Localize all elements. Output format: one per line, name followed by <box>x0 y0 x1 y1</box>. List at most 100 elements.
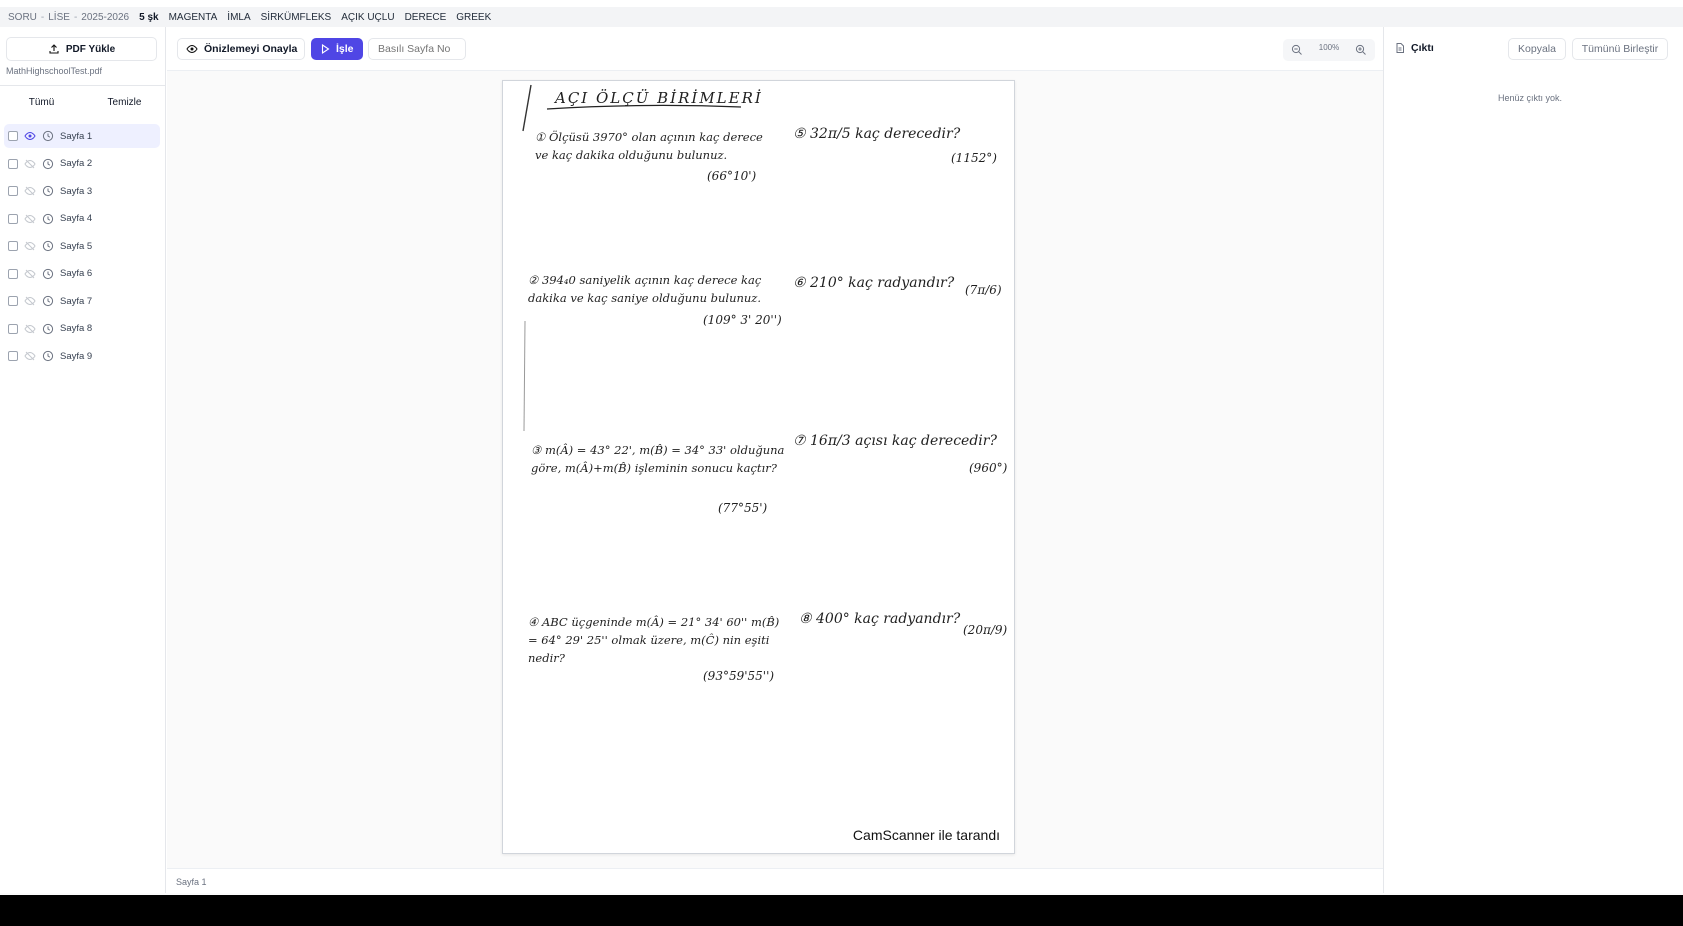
eye-off-icon[interactable] <box>24 350 36 362</box>
document-title: AÇI ÖLÇÜ BİRİMLERİ <box>555 89 763 107</box>
page-item-7[interactable]: Sayfa 7 <box>4 289 160 313</box>
tag-derece: DERECE <box>404 11 447 23</box>
select-all-button[interactable]: Tümü <box>0 91 83 113</box>
zoom-in-icon[interactable] <box>1355 44 1367 56</box>
page-checkbox[interactable] <box>8 268 18 279</box>
copy-button[interactable]: Kopyala <box>1508 38 1566 60</box>
clock-icon <box>42 213 54 225</box>
page-item-6[interactable]: Sayfa 6 <box>4 262 160 286</box>
page-item-8[interactable]: Sayfa 8 <box>4 317 160 341</box>
sidebar: PDF Yükle MathHighschoolTest.pdf Tümü Te… <box>0 27 166 895</box>
page-checkbox[interactable] <box>8 186 18 196</box>
question-7: ⑦ 16π/3 açısı kaç derecedir? <box>793 433 997 449</box>
output-panel: Çıktı Kopyala Tümünü Birleştir Henüz çık… <box>1383 27 1675 895</box>
status-bar: Sayfa 1 <box>167 868 1383 895</box>
clock-icon <box>42 268 54 280</box>
page-item-label: Sayfa 9 <box>60 350 93 362</box>
answer-8: (20π/9) <box>963 623 1008 637</box>
eye-off-icon[interactable] <box>24 240 36 252</box>
eye-off-icon[interactable] <box>24 323 36 335</box>
answer-3: (77°55') <box>718 501 768 515</box>
tag-magenta: MAGENTA <box>168 11 218 23</box>
page-item-3[interactable]: Sayfa 3 <box>4 179 160 203</box>
page-item-1[interactable]: Sayfa 1 <box>4 124 160 148</box>
answer-2: (109° 3' 20'') <box>703 313 782 327</box>
eye-icon[interactable] <box>24 130 36 142</box>
page-item-label: Sayfa 7 <box>60 295 93 307</box>
pdf-upload-button[interactable]: PDF Yükle <box>6 37 157 61</box>
confirm-preview-label: Önizlemeyi Onayla <box>204 43 298 55</box>
clock-icon <box>42 130 54 142</box>
tag-imla: İMLA <box>227 11 251 23</box>
zoom-out-icon[interactable] <box>1291 44 1303 56</box>
eye-icon <box>186 43 198 55</box>
tag-sirkumfleks: SİRKÜMFLEKS <box>260 11 332 23</box>
clock-icon <box>42 240 54 252</box>
merge-all-button[interactable]: Tümünü Birleştir <box>1572 38 1668 60</box>
camscanner-watermark: CamScanner ile tarandı <box>852 827 1000 843</box>
tag-acik-uclu: AÇIK UÇLU <box>341 11 395 23</box>
process-label: İşle <box>336 43 354 55</box>
bottom-black-bar <box>0 895 1683 926</box>
page-checkbox[interactable] <box>8 323 18 334</box>
question-3: ③ m(Â) = 43° 22', m(B̂) = 34° 33' olduğu… <box>531 443 785 475</box>
page-list: Sayfa 1 Sayfa 2 Sayfa 3 Sayfa 4 Sayfa 5 <box>4 124 160 372</box>
page-checkbox[interactable] <box>8 213 18 224</box>
page-item-label: Sayfa 4 <box>60 213 93 224</box>
answer-1: (66°10') <box>707 169 757 183</box>
tag-greek: GREEK <box>456 11 492 23</box>
page-item-5[interactable]: Sayfa 5 <box>4 234 160 258</box>
answer-5: (1152°) <box>951 151 997 165</box>
sidebar-tabs: Tümü Temizle <box>0 91 166 113</box>
clock-icon <box>42 295 54 307</box>
process-button[interactable]: İşle <box>311 38 363 60</box>
eye-off-icon[interactable] <box>24 185 36 197</box>
printed-page-number-input[interactable] <box>368 38 466 60</box>
page-checkbox[interactable] <box>8 241 18 251</box>
question-5: ⑤ 32π/5 kaç derecedir? <box>793 126 961 142</box>
upload-icon <box>48 43 60 55</box>
eye-off-icon[interactable] <box>24 268 36 280</box>
play-icon <box>319 43 331 55</box>
question-8: ⑧ 400° kaç radyandır? <box>799 611 961 627</box>
clock-icon <box>42 158 54 170</box>
clock-icon <box>42 350 54 362</box>
current-page-indicator: Sayfa 1 <box>176 877 207 887</box>
eye-off-icon[interactable] <box>24 158 36 170</box>
question-6: ⑥ 210° kaç radyandır? <box>793 275 955 291</box>
pdf-page-preview: AÇI ÖLÇÜ BİRİMLERİ ① Ölçüsü 3970° olan a… <box>502 80 1015 854</box>
page-item-9[interactable]: Sayfa 9 <box>4 344 160 368</box>
page-item-label: Sayfa 1 <box>60 130 93 142</box>
confirm-preview-button[interactable]: Önizlemeyi Onayla <box>177 38 305 60</box>
answer-4: (93°59'55'') <box>703 669 775 683</box>
question-2: ② 394₄0 saniyelik açının kaç derece kaç … <box>528 273 762 305</box>
question-4: ④ ABC üçgeninde m(Â) = 21° 34' 60'' m(B̂… <box>528 615 780 665</box>
question-1: ① Ölçüsü 3970° olan açının kaç derece ve… <box>535 130 763 162</box>
page-checkbox[interactable] <box>8 158 18 169</box>
eye-off-icon[interactable] <box>24 295 36 307</box>
clock-icon <box>42 323 54 335</box>
file-name: MathHighschoolTest.pdf <box>6 66 103 76</box>
sidebar-divider <box>0 85 166 86</box>
empty-output-message: Henüz çıktı yok. <box>1497 93 1563 103</box>
page-checkbox[interactable] <box>8 296 18 306</box>
top-info-bar: SORU - LİSE -2025-2026 5 şk MAGENTA İMLA Sİ… <box>0 7 1683 27</box>
page-item-4[interactable]: Sayfa 4 <box>4 207 160 231</box>
clock-icon <box>42 185 54 197</box>
pdf-upload-label: PDF Yükle <box>65 43 116 55</box>
page-item-2[interactable]: Sayfa 2 <box>4 152 160 176</box>
clear-button[interactable]: Temizle <box>83 91 166 113</box>
page-checkbox[interactable] <box>8 131 18 141</box>
meta-info: SORU - LİSE -2025-2026 <box>8 11 130 23</box>
page-checkbox[interactable] <box>8 351 18 361</box>
zoom-controls: 100% <box>1283 39 1375 61</box>
zoom-level: 100% <box>1318 42 1340 52</box>
page-item-label: Sayfa 3 <box>60 185 93 197</box>
file-text-icon <box>1394 42 1406 54</box>
output-title: Çıktı <box>1394 42 1434 54</box>
answer-6: (7π/6) <box>965 283 1002 297</box>
page-item-label: Sayfa 6 <box>60 268 93 279</box>
eye-off-icon[interactable] <box>24 213 36 225</box>
page-item-label: Sayfa 5 <box>60 240 93 252</box>
answer-7: (960°) <box>969 461 1008 475</box>
